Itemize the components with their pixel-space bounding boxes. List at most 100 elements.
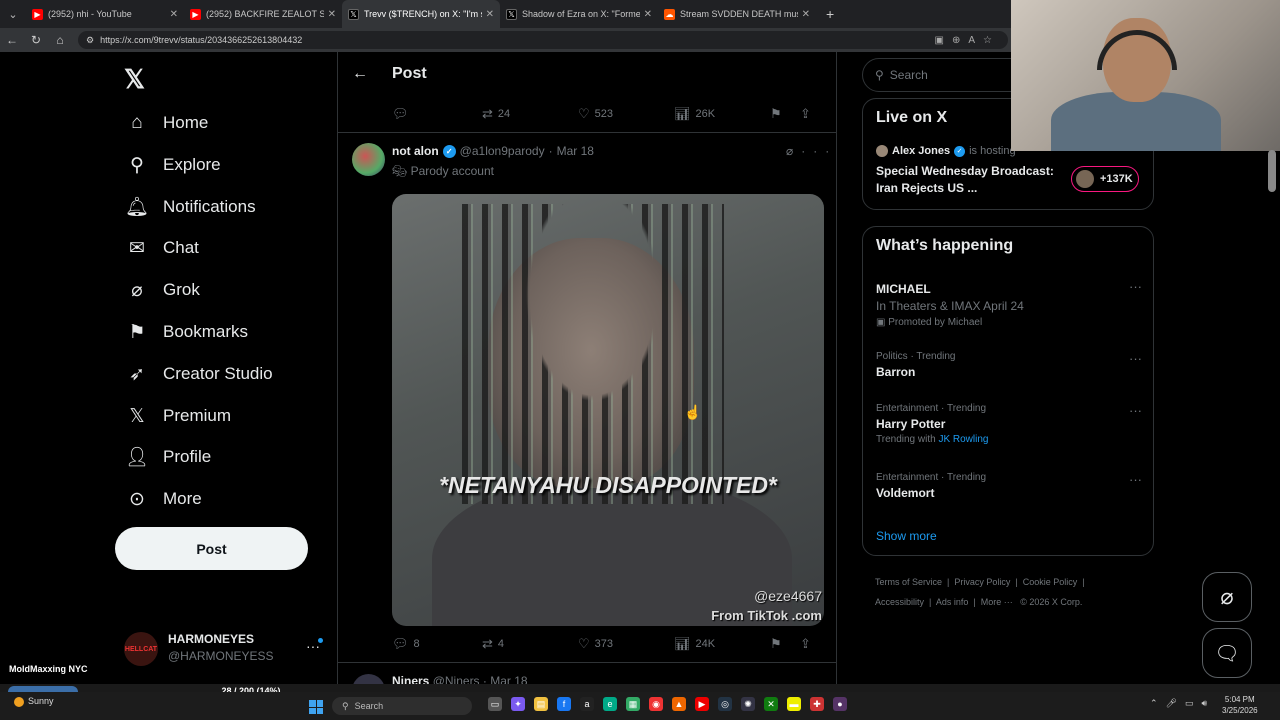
browser-tab[interactable]: 𝕏 Shadow of Ezra on X: "Former CIA ✕ (500, 0, 658, 28)
footer-link[interactable]: Ads info (936, 597, 969, 607)
share-button[interactable]: ⇪ (800, 636, 811, 652)
footer-link[interactable]: Privacy Policy (954, 577, 1010, 587)
sidebar-item-premium[interactable]: 𝕏 Premium (124, 398, 231, 434)
trend-item[interactable]: Politics · Trending Barron ··· (876, 351, 1142, 379)
sidebar-item-more[interactable]: ⊙ More (124, 481, 202, 517)
footer-link[interactable]: Accessibility (875, 597, 924, 607)
sidebar-item-bookmarks[interactable]: ⚑ Bookmarks (124, 314, 248, 350)
close-icon[interactable]: ✕ (170, 9, 178, 20)
trend-item[interactable]: Entertainment · Trending Harry Potter Tr… (876, 403, 1142, 445)
more-dots-icon[interactable]: ··· (1129, 279, 1142, 294)
copilot-icon[interactable]: ✦ (511, 697, 525, 711)
more-dots-icon[interactable]: ··· (1129, 403, 1142, 418)
url-field[interactable]: ⚙ https://x.com/9trevv/status/2034366252… (78, 31, 1008, 49)
sidebar-item-home[interactable]: ⌂ Home (124, 105, 208, 141)
more-dots-icon[interactable]: ··· (1129, 351, 1142, 366)
amazon-icon[interactable]: a (580, 697, 594, 711)
avatar[interactable] (352, 143, 385, 176)
sidebar-item-explore[interactable]: ⚲ Explore (124, 147, 221, 183)
sticky-notes-icon[interactable]: ▬ (787, 697, 801, 711)
system-tray-icons[interactable]: ⌃🎤︎▭🔊︎ (1150, 698, 1215, 709)
sidebar-item-creator-studio[interactable]: ➶ Creator Studio (124, 356, 273, 392)
trend-item[interactable]: MICHAEL In Theaters & IMAX April 24 ▣ Pr… (876, 279, 1142, 328)
chrome-icon[interactable]: ◉ (649, 697, 663, 711)
calculator-icon[interactable]: ▦ (626, 697, 640, 711)
close-icon[interactable]: ✕ (802, 9, 810, 20)
live-title[interactable]: Special Wednesday Broadcast: Iran Reject… (876, 163, 1056, 197)
like-button[interactable]: ♡ 373 (578, 636, 674, 652)
reply-button[interactable]: 💬︎ (392, 106, 482, 122)
browser-tab[interactable]: ☁ Stream SVDDEN DEATH music | Lis ✕ (658, 0, 816, 28)
grok-floating-button[interactable]: ⌀ (1202, 572, 1252, 622)
account-switcher[interactable]: HELLCAT HARMONEYES @HARMONEYESS ··· (124, 630, 324, 674)
back-arrow-icon[interactable]: ← (352, 65, 368, 83)
steam-icon[interactable]: ◎ (718, 697, 732, 711)
windows-start-icon[interactable] (309, 700, 323, 714)
obs-icon[interactable]: ● (833, 697, 847, 711)
back-icon[interactable]: ← (0, 33, 24, 47)
close-icon[interactable]: ✕ (644, 9, 652, 20)
live-host[interactable]: Alex Jones ✓ is hosting (876, 145, 1016, 157)
messages-floating-button[interactable]: 🗨︎ (1202, 628, 1252, 678)
show-more-link[interactable]: Show more (876, 529, 937, 543)
youtube-icon[interactable]: ▶ (695, 697, 709, 711)
tweet-video[interactable]: *NETANYAHU DISAPPOINTED* @eze4667 From T… (392, 194, 824, 626)
new-tab-icon[interactable]: + (826, 6, 834, 22)
person-icon: 👤︎ (124, 447, 150, 468)
more-dots-icon[interactable]: ··· (1129, 472, 1142, 487)
post-button[interactable]: Post (115, 527, 308, 570)
sidebar-item-grok[interactable]: ⌀ Grok (124, 272, 200, 308)
scrollbar-thumb[interactable] (1268, 150, 1276, 192)
bookmark-button[interactable]: ⚑ (770, 106, 800, 122)
edge-icon[interactable]: e (603, 697, 617, 711)
footer-link[interactable]: Cookie Policy (1023, 577, 1078, 587)
browser-tab[interactable]: ▶ (2952) nhi - YouTube ✕ (26, 0, 184, 28)
weather-widget[interactable]: Sunny (14, 696, 54, 707)
sidebar-item-notifications[interactable]: 🔔︎ Notifications (124, 189, 256, 225)
tweet-author[interactable]: not alon ✓ @a1lon9parody · Mar 18 (392, 144, 594, 158)
close-icon[interactable]: ✕ (486, 9, 494, 20)
vlc-icon[interactable]: ▲ (672, 697, 686, 711)
reload-icon[interactable]: ↻ (24, 33, 48, 47)
taskbar-search[interactable]: ⚲ Search (332, 697, 472, 715)
tweet-date[interactable]: Mar 18 (557, 144, 594, 158)
bookmark-icon: ⚑ (770, 636, 782, 651)
taskbar-clock[interactable]: 5:04 PM 3/25/2026 (1222, 694, 1258, 716)
repost-icon: ⇄ (482, 106, 493, 121)
views-button[interactable]: 📊︎ 24K (674, 636, 770, 652)
repost-button[interactable]: ⇄ 4 (482, 636, 578, 652)
grok-icon[interactable]: ⌀ (786, 144, 801, 158)
home-icon[interactable]: ⌂ (48, 33, 72, 47)
sidebar-item-chat[interactable]: ✉ Chat (124, 230, 199, 266)
like-button[interactable]: ♡ 523 (578, 106, 674, 122)
x-logo-icon[interactable]: 𝕏 (124, 64, 145, 95)
address-tools-icons[interactable]: ▣⊕A☆ (935, 35, 1000, 46)
browser-tab-active[interactable]: 𝕏 Trevv ($TRENCH) on X: "I'm smokin ✕ (342, 0, 500, 28)
footer-link[interactable]: Terms of Service (875, 577, 942, 587)
repost-button[interactable]: ⇄ 24 (482, 106, 578, 122)
xbox-icon[interactable]: ✕ (764, 697, 778, 711)
facebook-icon[interactable]: f (557, 697, 571, 711)
copyright: © 2026 X Corp. (1020, 597, 1083, 607)
close-icon[interactable]: ✕ (328, 9, 336, 20)
next-tweet-author[interactable]: Niners @Niners · Mar 18 (392, 674, 528, 684)
reply-button[interactable]: 💬︎ 8 (392, 636, 482, 652)
app-icon[interactable]: ✺ (741, 697, 755, 711)
post-timeline[interactable]: ← Post 💬︎ ⇄ 24 ♡ 523 📊︎ 26K ⚑ ⇪ not alon ✓ … (337, 52, 837, 684)
avatar[interactable] (352, 674, 385, 684)
task-view-icon[interactable]: ▭ (488, 697, 502, 711)
views-button[interactable]: 📊︎ 26K (674, 106, 770, 122)
share-button[interactable]: ⇪ (800, 106, 811, 122)
tab-list-chevron-icon[interactable]: ⌄ (0, 0, 26, 28)
live-listener-count[interactable]: +137K (1071, 166, 1139, 192)
more-dots-icon[interactable]: ··· (801, 144, 836, 158)
browser-tab[interactable]: ▶ (2952) BACKFIRE ZEALOT S3 electr ✕ (184, 0, 342, 28)
trending-with-link[interactable]: JK Rowling (938, 434, 988, 445)
file-explorer-icon[interactable]: ▤ (534, 697, 548, 711)
bookmark-button[interactable]: ⚑ (770, 636, 800, 652)
trend-item[interactable]: Entertainment · Trending Voldemort ··· (876, 472, 1142, 500)
sidebar-item-profile[interactable]: 👤︎ Profile (124, 439, 211, 475)
app-icon[interactable]: ✚ (810, 697, 824, 711)
site-info-icon[interactable]: ⚙ (86, 35, 94, 46)
footer-link[interactable]: More ··· (981, 597, 1013, 607)
